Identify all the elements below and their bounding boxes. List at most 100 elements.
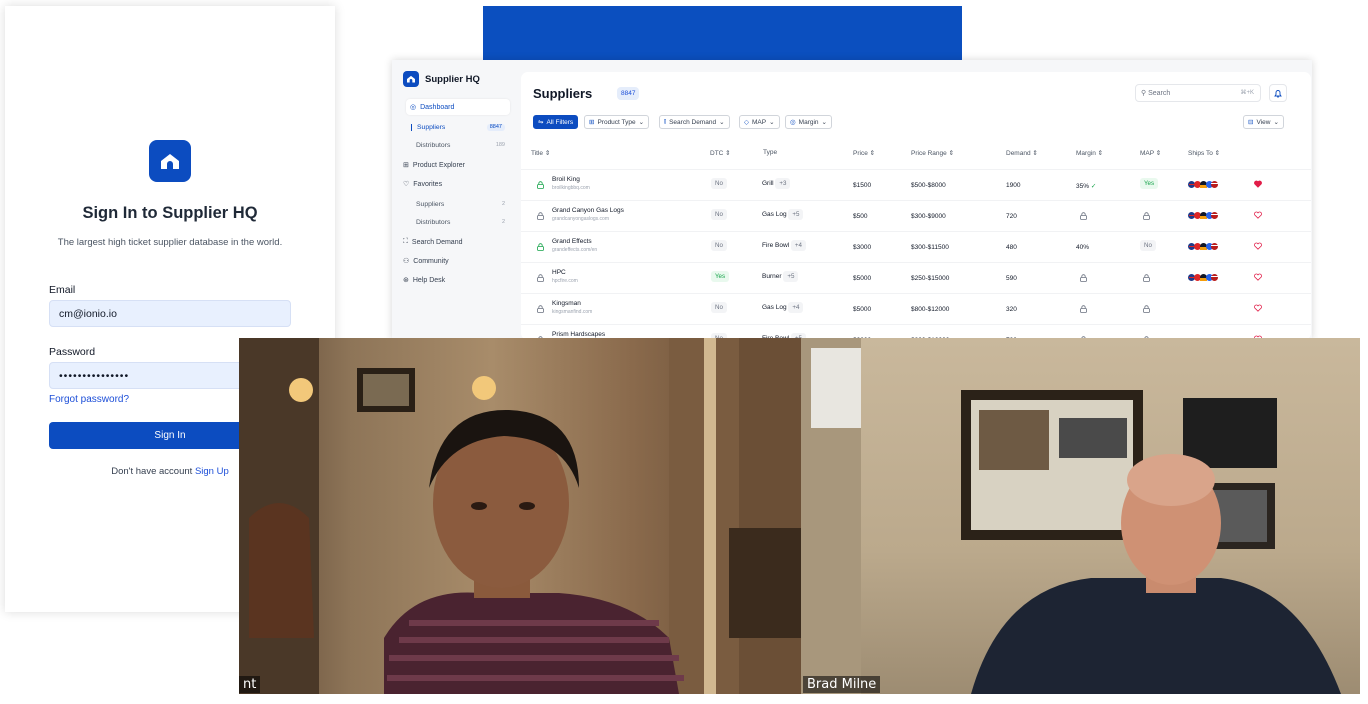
search-icon: ⚲: [1141, 90, 1147, 97]
search-input[interactable]: ⚲ Search ⌘+K: [1135, 84, 1261, 102]
margin-cell: 35% ✓: [1076, 182, 1096, 190]
demand-cell: 1900: [1006, 182, 1021, 189]
participant-tile-right: Brad Milne: [801, 338, 1360, 694]
video-call: nt Brad Milne: [239, 338, 1360, 694]
type-more-badge[interactable]: +5: [788, 209, 804, 220]
type-value: Gas Log: [762, 211, 787, 218]
layout-icon: ⊟: [1248, 119, 1254, 126]
supplier-title[interactable]: Broil King broilkingbbq.com: [552, 176, 590, 191]
type-more-badge[interactable]: +4: [788, 302, 804, 313]
col-map[interactable]: MAP ⇕: [1140, 149, 1161, 157]
supplier-domain: grandcanyongaslogs.com: [552, 216, 609, 222]
col-demand[interactable]: Demand ⇕: [1006, 149, 1038, 157]
lock-icon: [537, 181, 544, 189]
tag-icon: ◇: [744, 119, 749, 126]
all-filters-button[interactable]: ⇋ All Filters: [533, 115, 579, 129]
sign-up-link[interactable]: Sign Up: [195, 466, 229, 477]
favorite-button[interactable]: [1254, 211, 1262, 221]
email-field[interactable]: cm@ionio.io: [49, 300, 291, 327]
sidebar-item-fav-suppliers[interactable]: Suppliers 2: [411, 201, 505, 208]
table-row[interactable]: Broil King broilkingbbq.com No Grill +3 $150…: [521, 169, 1311, 199]
product-type-filter[interactable]: ⊞ Product Type ⌄: [584, 115, 650, 129]
check-icon: ✓: [1090, 183, 1097, 190]
target-icon: ◎: [790, 119, 796, 126]
favorite-button[interactable]: [1254, 273, 1262, 283]
type-cell: Gas Log +5: [762, 209, 804, 220]
sidebar-item-distributors[interactable]: Distributors 189: [411, 142, 505, 149]
sidebar-item-help-desk[interactable]: ⊛ Help Desk: [403, 276, 445, 285]
supplier-name: Kingsman: [552, 300, 581, 307]
col-title[interactable]: Title ⇕: [531, 149, 550, 157]
price-range-cell: $250-$15000: [911, 275, 950, 282]
search-demand-filter[interactable]: ⫾ Search Demand ⌄: [659, 115, 730, 129]
margin-locked-icon[interactable]: [1080, 305, 1087, 315]
demand-cell: 590: [1006, 275, 1017, 282]
sidebar-item-community[interactable]: ⚇ Community: [403, 257, 449, 266]
col-dtc[interactable]: DTC ⇕: [710, 149, 731, 157]
price-range-cell: $800-$12000: [911, 306, 950, 313]
map-filter[interactable]: ◇ MAP ⌄: [739, 115, 780, 129]
table-row[interactable]: HPC hpcfire.com Yes Burner +5 $5000 $250-$150…: [521, 262, 1311, 292]
page-title: Suppliers: [533, 86, 593, 101]
sidebar-item-suppliers[interactable]: Suppliers 8847: [411, 124, 505, 131]
supplier-status-icon: [537, 274, 544, 284]
supplier-title[interactable]: Grand Effects grandeffects.com/en: [552, 238, 597, 253]
country-flags-icon: [1188, 212, 1218, 219]
sidebar-item-fav-distributors[interactable]: Distributors 2: [411, 219, 505, 226]
supplier-title[interactable]: Grand Canyon Gas Logs grandcanyongaslogs.…: [552, 207, 624, 222]
favorite-button[interactable]: [1254, 180, 1262, 190]
sidebar-item-count: 189: [495, 142, 505, 148]
favorite-button[interactable]: [1254, 304, 1262, 314]
map-locked-icon[interactable]: [1143, 212, 1150, 222]
forgot-password-link[interactable]: Forgot password?: [49, 394, 129, 405]
col-label: Margin: [1076, 150, 1096, 157]
sidebar-item-label: Suppliers: [416, 201, 445, 208]
col-ships-to[interactable]: Ships To ⇕: [1188, 149, 1220, 157]
map-locked-icon[interactable]: [1143, 274, 1150, 284]
type-more-badge[interactable]: +4: [790, 240, 806, 251]
table-row[interactable]: Grand Effects grandeffects.com/en No Fire B…: [521, 231, 1311, 261]
margin-locked-icon[interactable]: [1080, 274, 1087, 284]
map-value: Yes: [1140, 178, 1159, 189]
sidebar-item-count: 2: [501, 219, 505, 225]
supplier-dashboard-window: Supplier HQ ◎ Dashboard Suppliers 8847 D…: [392, 60, 1312, 340]
favorite-button[interactable]: [1254, 242, 1262, 252]
margin-filter[interactable]: ◎ Margin ⌄: [785, 115, 832, 129]
col-price-range[interactable]: Price Range ⇕: [911, 149, 954, 157]
table-row[interactable]: Grand Canyon Gas Logs grandcanyongaslogs.…: [521, 200, 1311, 230]
demand-cell: 720: [1006, 213, 1017, 220]
supplier-status-icon: [537, 212, 544, 222]
table-row[interactable]: Kingsman kingsmanfind.com No Gas Log +4 $500…: [521, 293, 1311, 323]
view-button[interactable]: ⊟ View ⌄: [1243, 115, 1284, 129]
heart-icon: ♡: [403, 181, 410, 188]
margin-locked-icon[interactable]: [1080, 212, 1087, 222]
sidebar-item-favorites[interactable]: ♡ Favorites: [403, 180, 442, 189]
sidebar-item-dashboard[interactable]: ◎ Dashboard: [406, 99, 510, 115]
supplier-title[interactable]: Kingsman kingsmanfind.com: [552, 300, 592, 315]
col-type[interactable]: Type: [763, 149, 777, 156]
demand-cell: 480: [1006, 244, 1017, 251]
dtc-value: No: [711, 240, 727, 251]
chevron-down-icon: ⌄: [719, 119, 725, 126]
country-flags-icon: [1188, 181, 1218, 188]
dtc-badge: No: [711, 178, 727, 189]
margin-value: 40%: [1076, 244, 1090, 251]
type-value: Fire Bowl: [762, 242, 790, 249]
type-more-badge[interactable]: +5: [783, 271, 799, 282]
type-more-badge[interactable]: +3: [775, 178, 791, 189]
col-price[interactable]: Price ⇕: [853, 149, 875, 157]
col-label: Price: [853, 150, 868, 157]
type-value: Burner: [762, 273, 782, 280]
sidebar-item-product-explorer[interactable]: ⊞ Product Explorer: [403, 161, 465, 170]
supplier-title[interactable]: HPC hpcfire.com: [552, 269, 578, 284]
lock-icon: [1080, 274, 1087, 282]
price-cell: $5000: [853, 275, 872, 282]
ships-to-flags: [1188, 181, 1218, 190]
lock-icon: [1143, 212, 1150, 220]
sidebar-item-search-demand[interactable]: ⛶ Search Demand: [403, 238, 463, 246]
ships-to-flags: [1188, 212, 1218, 221]
map-locked-icon[interactable]: [1143, 305, 1150, 315]
col-margin[interactable]: Margin ⇕: [1076, 149, 1103, 157]
notifications-button[interactable]: [1269, 84, 1287, 102]
sidebar-item-label: Dashboard: [420, 103, 455, 111]
